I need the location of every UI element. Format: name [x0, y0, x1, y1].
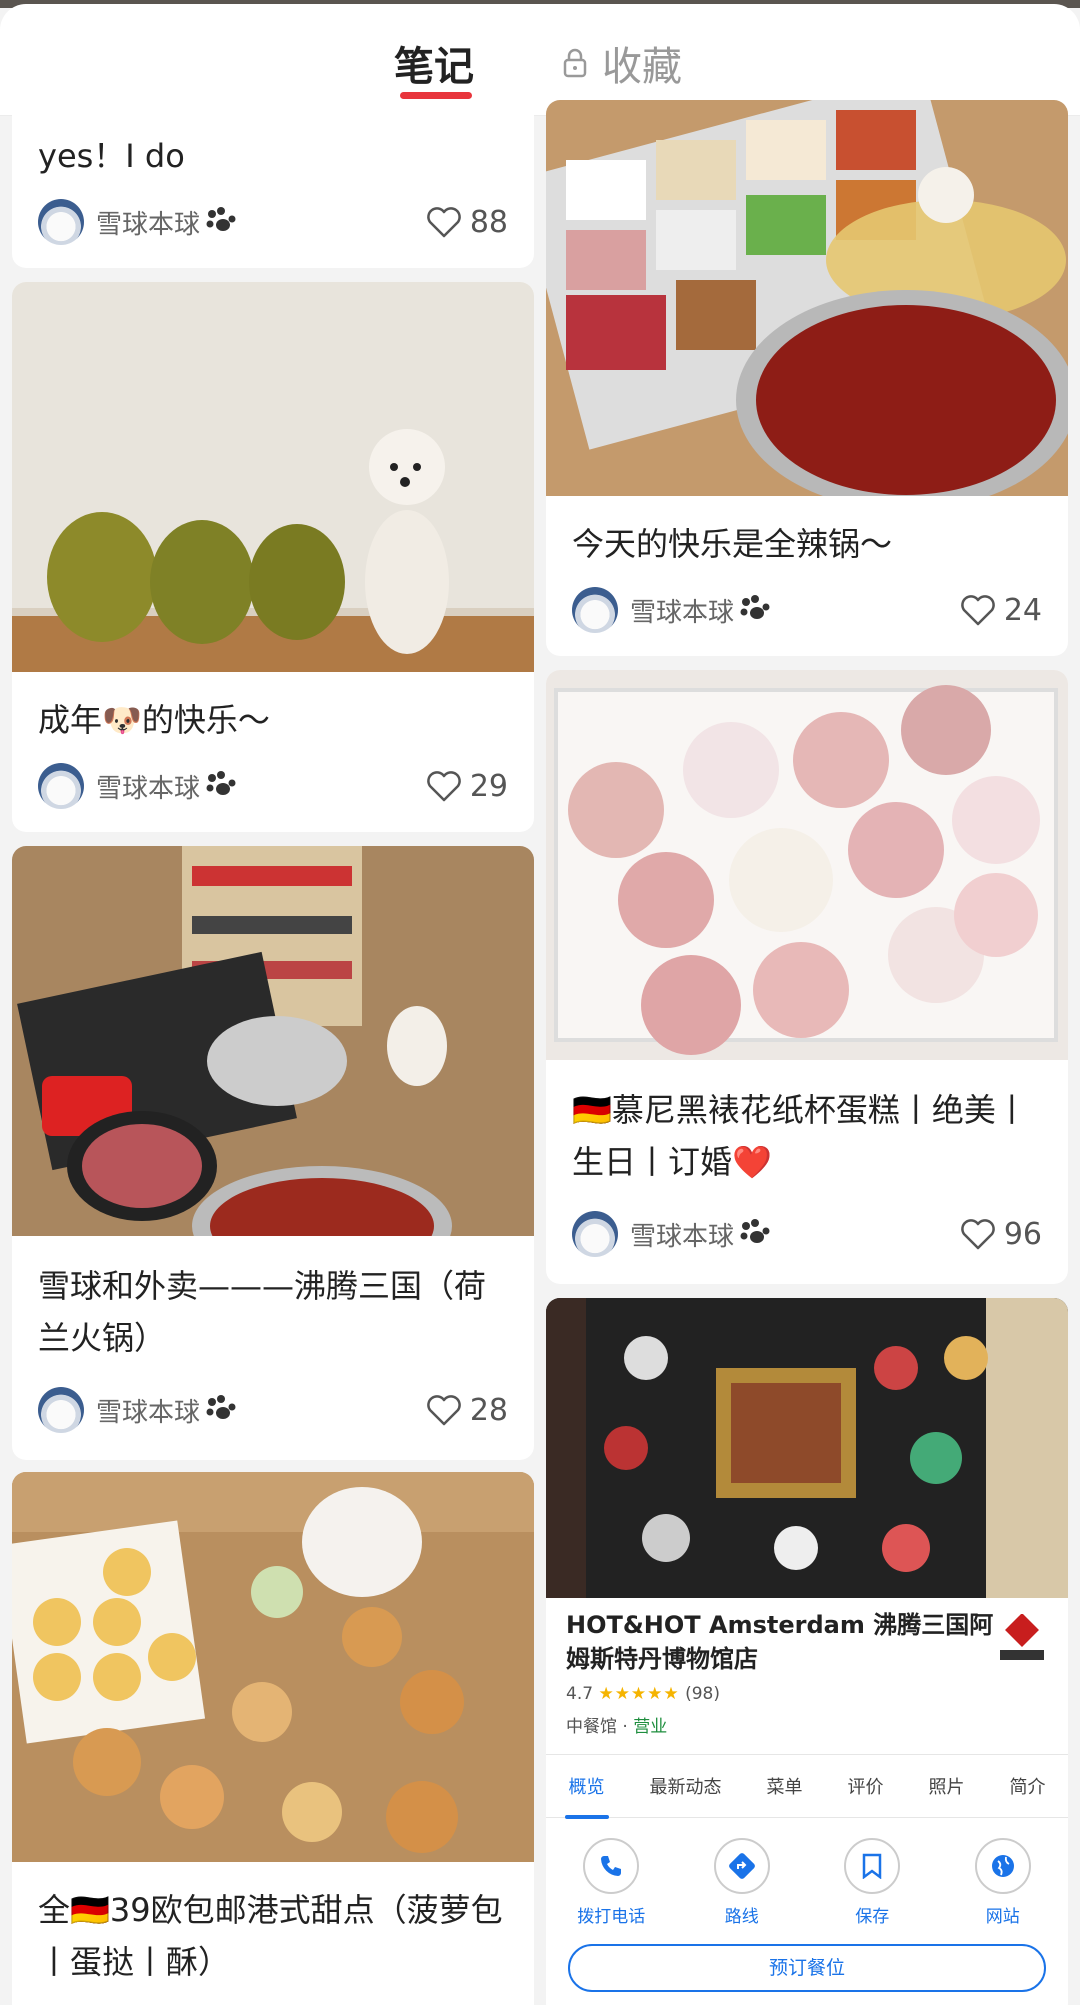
note-photo [546, 100, 1068, 496]
place-name: HOT&HOT Amsterdam 沸腾三国阿姆斯特丹博物馆店 [566, 1611, 994, 1673]
directions-icon [728, 1853, 755, 1879]
note-card[interactable]: 🇩🇪慕尼黑裱花纸杯蛋糕丨绝美丨生日丨订婚❤️ 雪球本球 96 [546, 670, 1068, 1284]
directions-label: 路线 [724, 1907, 759, 1927]
note-photo [12, 846, 534, 1236]
place-tabs: 概览 最新动态 菜单 评价 照片 简介 [546, 1754, 1068, 1819]
heart-icon [427, 771, 461, 802]
review-count: (98) [685, 1684, 720, 1704]
like-button[interactable]: 88 [426, 205, 508, 240]
like-count: 88 [469, 204, 508, 240]
website-label: 网站 [985, 1907, 1020, 1927]
avatar[interactable] [38, 1387, 84, 1433]
note-title: 今天的快乐是全辣锅～ [572, 525, 893, 563]
author-name[interactable]: 雪球本球 [630, 1216, 734, 1253]
author-name[interactable]: 雪球本球 [96, 768, 200, 805]
note-title: 雪球和外卖———沸腾三国（荷兰火锅） [38, 1267, 487, 1357]
like-button[interactable]: 29 [426, 769, 508, 804]
save-button[interactable]: 保存 [822, 1838, 922, 1927]
open-status: 营业 [633, 1717, 668, 1737]
directions-button[interactable]: 路线 [692, 1838, 792, 1927]
avatar[interactable] [38, 199, 84, 245]
tab-updates[interactable]: 最新动态 [650, 1773, 722, 1799]
author-row: 雪球本球 96 [572, 1210, 1042, 1258]
note-photo [546, 670, 1068, 1060]
active-tab-indicator [400, 92, 472, 99]
like-count: 24 [1003, 592, 1042, 628]
tab-overview[interactable]: 概览 [564, 1773, 609, 1819]
note-title: 成年🐶的快乐～ [38, 701, 270, 739]
paw-icon [206, 771, 236, 795]
note-card[interactable]: yes！I do 雪球本球 88 [12, 100, 534, 268]
restaurant-logo-icon [1000, 1614, 1044, 1660]
avatar[interactable] [38, 763, 84, 809]
tab-reviews[interactable]: 评价 [848, 1773, 884, 1799]
tab-favorites-label: 收藏 [602, 44, 682, 90]
place-rating: 4.7 ★★★★★ (98) [566, 1684, 720, 1704]
note-photo [12, 1472, 534, 1862]
tab-menu[interactable]: 菜单 [767, 1773, 803, 1799]
rating-value: 4.7 [566, 1684, 594, 1704]
heart-icon [961, 1219, 995, 1250]
call-label: 拨打电话 [577, 1907, 646, 1927]
phone-icon [601, 1856, 622, 1876]
call-button[interactable]: 拨打电话 [561, 1838, 661, 1927]
save-label: 保存 [855, 1907, 890, 1927]
website-button[interactable]: 网站 [953, 1838, 1053, 1927]
note-title: yes！I do [38, 137, 185, 175]
tab-favorites[interactable]: 收藏 [562, 34, 682, 92]
author-row: 雪球本球 88 [38, 198, 508, 246]
author-row: 雪球本球 24 [572, 586, 1042, 634]
author-row: 雪球本球 29 [38, 762, 508, 810]
restaurant-photo [546, 1298, 1068, 1598]
note-card[interactable]: 雪球和外卖———沸腾三国（荷兰火锅） 雪球本球 28 [12, 846, 534, 1460]
note-photo [12, 282, 534, 672]
note-card[interactable]: 今天的快乐是全辣锅～ 雪球本球 24 [546, 100, 1068, 656]
like-count: 28 [469, 1392, 508, 1428]
paw-icon [206, 207, 236, 231]
place-category: 中餐馆 · 营业 [566, 1717, 668, 1737]
note-card[interactable]: 全🇩🇪39欧包邮港式甜点（菠萝包丨蛋挞丨酥） [12, 1472, 534, 2005]
like-button[interactable]: 24 [960, 593, 1042, 628]
paw-icon [740, 1219, 770, 1243]
place-actions: 拨打电话 路线 保存 网站 [546, 1838, 1068, 1927]
paw-icon [206, 1395, 236, 1419]
lock-icon [563, 48, 587, 78]
tab-photos[interactable]: 照片 [929, 1773, 965, 1799]
like-button[interactable]: 28 [426, 1393, 508, 1428]
tab-about[interactable]: 简介 [1010, 1773, 1046, 1799]
like-count: 96 [1003, 1216, 1042, 1252]
like-button[interactable]: 96 [960, 1217, 1042, 1252]
heart-icon [427, 1395, 461, 1426]
note-title: 🇩🇪慕尼黑裱花纸杯蛋糕丨绝美丨生日丨订婚❤️ [572, 1091, 1028, 1181]
author-name[interactable]: 雪球本球 [96, 204, 200, 241]
like-count: 29 [469, 768, 508, 804]
author-row: 雪球本球 28 [38, 1386, 508, 1434]
heart-icon [961, 595, 995, 626]
star-rating-icon: ★★★★★ [598, 1684, 680, 1704]
globe-icon [991, 1855, 1014, 1877]
author-name[interactable]: 雪球本球 [96, 1392, 200, 1429]
avatar[interactable] [572, 1211, 618, 1257]
avatar[interactable] [572, 587, 618, 633]
tab-notes[interactable]: 笔记 [394, 34, 474, 92]
note-card[interactable]: 成年🐶的快乐～ 雪球本球 29 [12, 282, 534, 832]
note-title: 全🇩🇪39欧包邮港式甜点（菠萝包丨蛋挞丨酥） [38, 1891, 503, 1981]
category-label: 中餐馆 [566, 1717, 617, 1737]
paw-icon [740, 595, 770, 619]
bookmark-icon [863, 1853, 882, 1879]
note-card-map-screenshot[interactable]: HOT&HOT Amsterdam 沸腾三国阿姆斯特丹博物馆店 4.7 ★★★★… [546, 1298, 1068, 2005]
author-name[interactable]: 雪球本球 [630, 592, 734, 629]
heart-icon [427, 207, 461, 238]
reserve-table-button[interactable]: 预订餐位 [568, 1944, 1046, 1992]
